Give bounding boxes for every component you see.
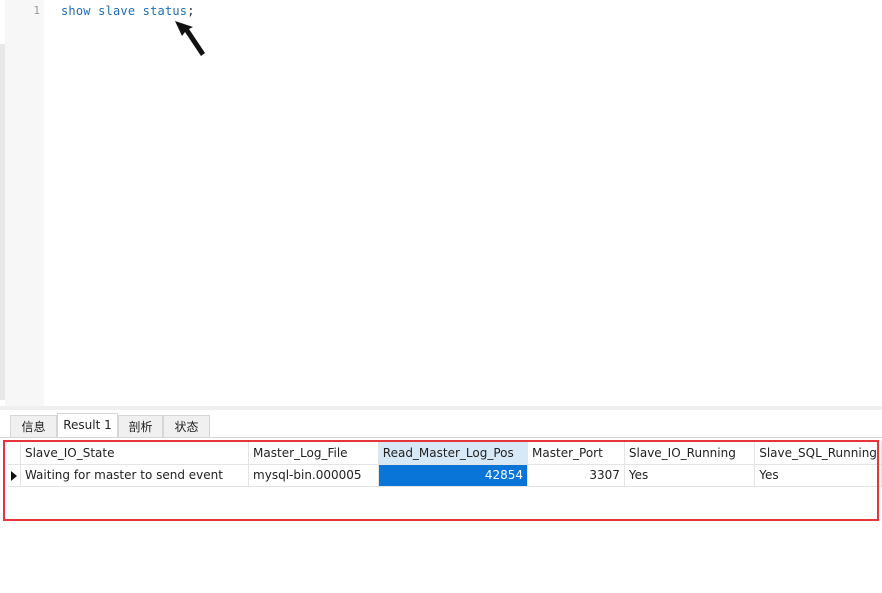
tab-divider: [0, 437, 882, 438]
column-header[interactable]: Master_Port: [527, 442, 625, 465]
table-cell-selected[interactable]: 42854: [378, 464, 529, 487]
sql-editor[interactable]: 1 show slave status;: [0, 0, 882, 408]
column-header[interactable]: Master_Log_File: [248, 442, 379, 465]
tab-result-1[interactable]: Result 1: [57, 413, 118, 438]
line-number: 1: [33, 4, 40, 17]
header-row: Slave_IO_State Master_Log_File Read_Mast…: [8, 442, 882, 465]
column-header[interactable]: Slave_IO_State: [20, 442, 250, 465]
table-cell[interactable]: Waiting for master to send event: [20, 464, 250, 487]
table-cell[interactable]: mysql-bin.000005: [248, 464, 379, 487]
result-grid-panel: Slave_IO_State Master_Log_File Read_Mast…: [8, 442, 882, 593]
column-header[interactable]: Slave_IO_Running: [624, 442, 756, 465]
table-cell[interactable]: 3307: [527, 464, 625, 487]
query-text: show slave status: [61, 4, 188, 18]
result-tab-bar: 信息 Result 1 剖析 状态: [0, 410, 882, 438]
tab-profile[interactable]: 剖析: [118, 415, 163, 437]
table-cell[interactable]: Yes: [624, 464, 756, 487]
table-row[interactable]: Waiting for master to send event mysql-b…: [8, 464, 882, 487]
column-header[interactable]: Read_Master_Log_Pos: [378, 442, 529, 465]
line-number-gutter: 1: [5, 0, 44, 408]
column-header[interactable]: Slave_SQL_Running: [754, 442, 882, 465]
row-indicator-header: [8, 442, 21, 465]
tab-status[interactable]: 状态: [163, 415, 210, 437]
table-cell[interactable]: Yes: [754, 464, 882, 487]
annotation-arrow-icon: [175, 21, 205, 56]
tab-info[interactable]: 信息: [10, 415, 57, 437]
row-pointer-icon: [11, 470, 17, 481]
current-row-indicator: [8, 464, 21, 487]
result-table: Slave_IO_State Master_Log_File Read_Mast…: [8, 442, 882, 487]
